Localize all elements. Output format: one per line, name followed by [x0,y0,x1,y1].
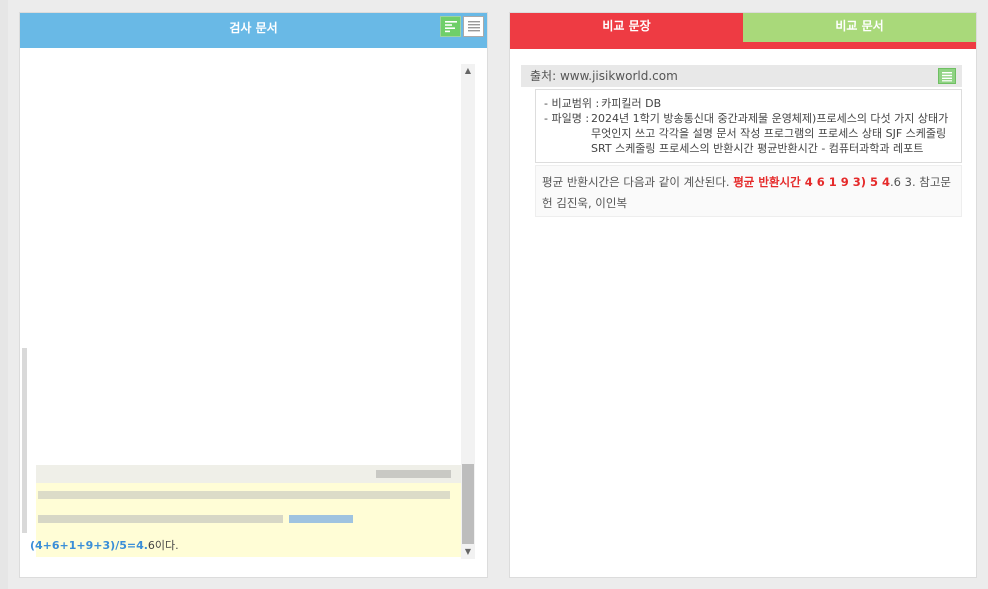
blurred-text [38,515,283,523]
sentence-highlight: 평균 반환시간 4 6 1 9 3) 5 4 [733,175,890,189]
source-text: 출처: www.jisikworld.com [530,69,678,83]
filename-label: - 파일명 : [544,112,590,125]
comparison-tabs: 비교 문장 비교 문서 [510,13,976,42]
result-tail: 6이다. [147,539,179,552]
active-tab-indicator [510,42,976,49]
blurred-text [289,515,353,523]
scroll-down-icon[interactable]: ▼ [461,545,475,559]
inspected-document-header: 검사 문서 [20,13,487,48]
scrollbar[interactable]: ▲ ▼ [461,64,475,559]
tab-compare-document[interactable]: 비교 문서 [743,13,976,42]
scope-label: - 비교범위 : [544,97,600,110]
list-icon[interactable] [938,68,956,84]
blurred-text [38,491,450,499]
source-bar: 출처: www.jisikworld.com [521,65,962,87]
snippet-result: (4+6+1+9+3)/5=4.6이다. [30,537,179,553]
scrollbar-thumb[interactable] [462,464,474,544]
list-icon[interactable] [463,16,484,37]
text-align-icon[interactable] [440,16,461,37]
inspected-document-title: 검사 문서 [229,21,278,35]
view-toggle-group [440,16,484,37]
scroll-up-icon[interactable]: ▲ [461,64,475,78]
tab-compare-sentence[interactable]: 비교 문장 [510,13,743,42]
comparison-panel: 비교 문장 비교 문서 출처: www.jisikworld.com - 비교범… [509,12,977,578]
scope-value: 카피킬러 DB [601,97,662,110]
result-equation: (4+6+1+9+3)/5=4. [30,539,148,552]
filename-value: 2024년 1학기 방송통신대 중간과제물 운영체제)프로세스의 다섯 가지 상… [591,112,949,155]
snippet-header-blurred [36,465,461,483]
matched-sentence: 평균 반환시간은 다음과 같이 계산된다. 평균 반환시간 4 6 1 9 3)… [535,165,962,217]
filename-row: - 파일명 : 2024년 1학기 방송통신대 중간과제물 운영체제)프로세스의… [544,111,953,156]
inspected-document-panel: 검사 문서 ▲ ▼ (4+6+1+9+3)/5=4.6이다. [19,12,488,578]
sentence-before: 평균 반환시간은 다음과 같이 계산된다. [542,175,730,189]
source-metadata: - 비교범위 : 카피킬러 DB - 파일명 : 2024년 1학기 방송통신대… [535,89,962,163]
inspected-document-content: ▲ ▼ (4+6+1+9+3)/5=4.6이다. [20,48,487,577]
matched-snippet: (4+6+1+9+3)/5=4.6이다. [30,465,461,557]
scope-row: - 비교범위 : 카피킬러 DB [544,96,953,111]
gutter-marker [22,348,27,533]
